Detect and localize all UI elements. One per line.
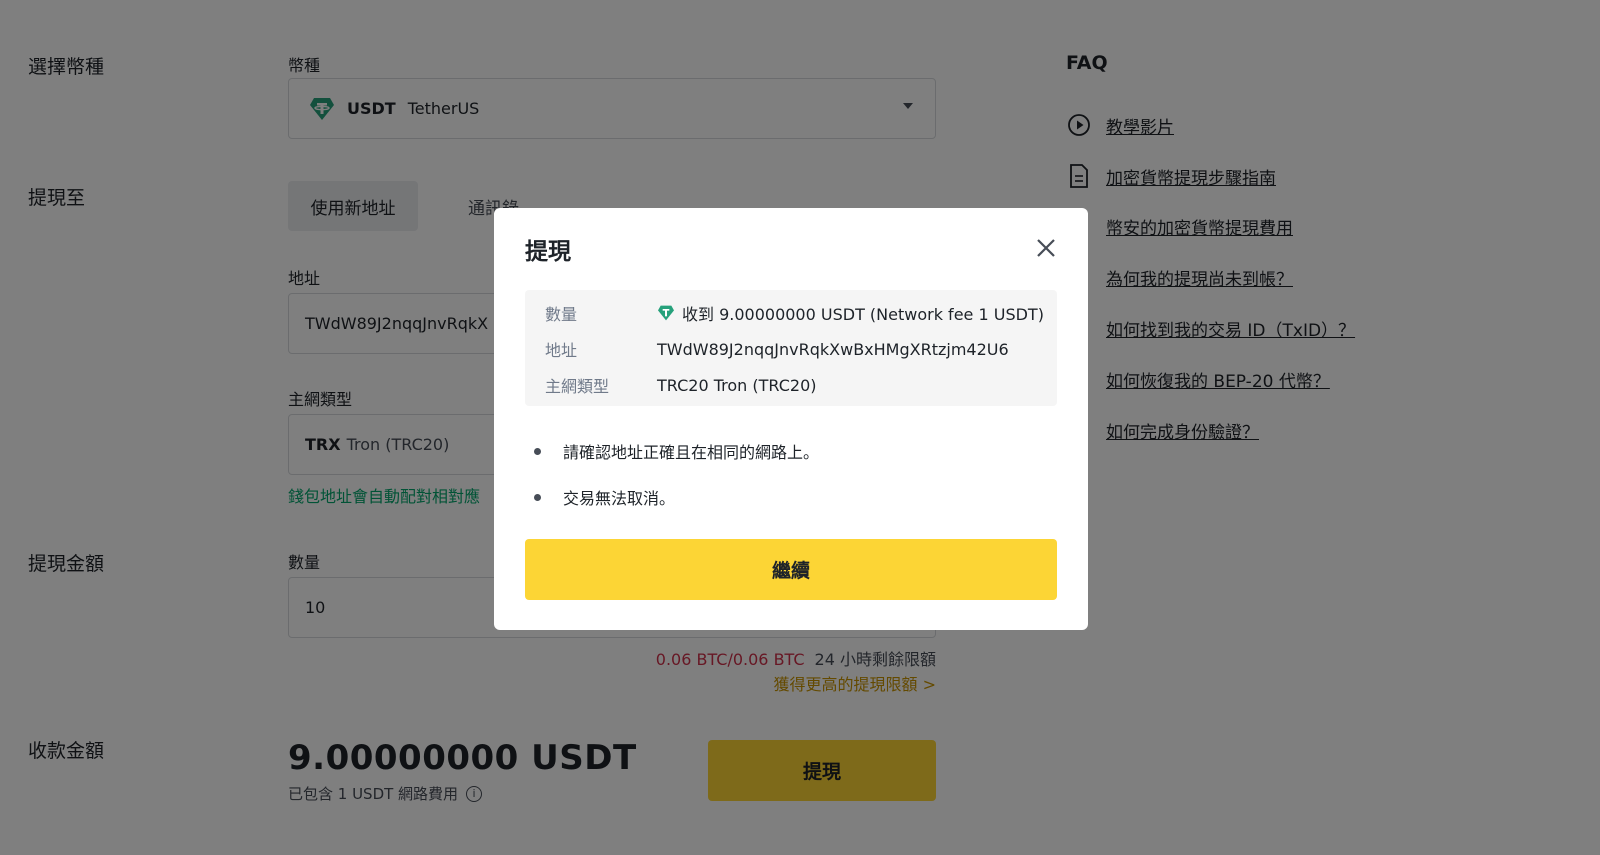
continue-button[interactable]: 繼續 (525, 539, 1057, 600)
info-row-amount: 數量 收到 9.00000000 USDT (Network fee 1 USD… (545, 301, 1044, 325)
info-row-address: 地址 TWdW89J2nqqJnvRqkXwBxHMgXRtzjm42U6 (545, 337, 1009, 361)
info-key: 地址 (545, 341, 578, 360)
info-value-text: 收到 9.00000000 USDT (Network fee 1 USDT) (682, 305, 1044, 324)
usdt-icon (658, 305, 674, 321)
bullet-dot (534, 493, 541, 501)
info-row-network: 主網類型 TRC20 Tron (TRC20) (545, 373, 816, 397)
warning-item: 交易無法取消。 (534, 474, 819, 520)
warning-item: 請確認地址正確且在相同的網路上。 (534, 428, 819, 474)
info-key: 主網類型 (545, 377, 610, 396)
bullet-dot (534, 447, 541, 455)
confirm-info-panel: 數量 收到 9.00000000 USDT (Network fee 1 USD… (525, 290, 1057, 406)
withdraw-confirm-modal: 提現 數量 收到 9.00000000 USDT (Network fee 1 … (494, 208, 1088, 630)
warning-list: 請確認地址正確且在相同的網路上。 交易無法取消。 (534, 428, 819, 520)
close-icon[interactable] (1034, 236, 1058, 260)
modal-title: 提現 (525, 239, 571, 265)
info-value: TWdW89J2nqqJnvRqkXwBxHMgXRtzjm42U6 (657, 339, 1009, 359)
warning-text: 請確認地址正確且在相同的網路上。 (563, 443, 820, 462)
info-value: 收到 9.00000000 USDT (Network fee 1 USDT) (657, 301, 1044, 325)
info-key: 數量 (545, 305, 578, 324)
warning-text: 交易無法取消。 (563, 489, 676, 508)
withdraw-page: 選擇幣種 幣種 USDT TetherUS 提現至 使用新地址 通訊錄 地址 T… (0, 0, 1600, 855)
info-value: TRC20 Tron (TRC20) (657, 375, 817, 395)
